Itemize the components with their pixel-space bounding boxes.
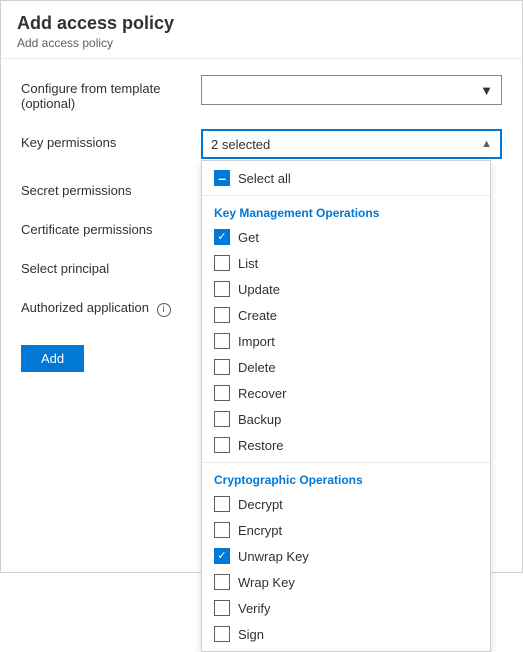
update-checkbox[interactable]: [214, 281, 230, 297]
verify-checkbox[interactable]: [214, 600, 230, 616]
decrypt-label: Decrypt: [238, 497, 283, 512]
create-label: Create: [238, 308, 277, 323]
create-checkbox[interactable]: [214, 307, 230, 323]
encrypt-label: Encrypt: [238, 523, 282, 538]
list-item[interactable]: Update: [202, 276, 490, 302]
list-item[interactable]: Recover: [202, 380, 490, 406]
authorized-application-label: Authorized application i: [21, 294, 201, 317]
page-container: Add access policy Add access policy Conf…: [0, 0, 523, 573]
import-checkbox[interactable]: [214, 333, 230, 349]
recover-checkbox[interactable]: [214, 385, 230, 401]
select-all-checkbox[interactable]: –: [214, 170, 230, 186]
key-management-section-label: Key Management Operations: [202, 200, 490, 224]
configure-label: Configure from template (optional): [21, 75, 201, 111]
page-title: Add access policy: [17, 13, 506, 34]
configure-control: ▼: [201, 75, 502, 105]
divider-1: [202, 195, 490, 196]
delete-checkbox[interactable]: [214, 359, 230, 375]
unwrap-key-label: Unwrap Key: [238, 549, 309, 564]
key-permissions-menu: – Select all Key Management Operations ✓…: [201, 160, 491, 652]
list-item[interactable]: ✓ Get: [202, 224, 490, 250]
configure-dropdown[interactable]: ▼: [201, 75, 502, 105]
check-icon: ✓: [217, 232, 226, 243]
info-icon[interactable]: i: [157, 303, 171, 317]
get-label: Get: [238, 230, 259, 245]
configure-row: Configure from template (optional) ▼: [21, 75, 502, 111]
key-permissions-row: Key permissions 2 selected ▲ – Select al…: [21, 129, 502, 159]
decrypt-checkbox[interactable]: [214, 496, 230, 512]
add-button[interactable]: Add: [21, 345, 84, 372]
backup-label: Backup: [238, 412, 281, 427]
form-body: Configure from template (optional) ▼ Key…: [1, 59, 522, 388]
list-item[interactable]: Sign: [202, 621, 490, 647]
encrypt-checkbox[interactable]: [214, 522, 230, 538]
sign-label: Sign: [238, 627, 264, 642]
list-item[interactable]: Encrypt: [202, 517, 490, 543]
check-icon: ✓: [217, 551, 226, 562]
import-label: Import: [238, 334, 275, 349]
list-item[interactable]: Decrypt: [202, 491, 490, 517]
key-permissions-control: 2 selected ▲ – Select all Key Management…: [201, 129, 502, 159]
secret-permissions-label: Secret permissions: [21, 177, 201, 198]
list-item[interactable]: List: [202, 250, 490, 276]
key-permissions-label: Key permissions: [21, 129, 201, 150]
list-item[interactable]: Backup: [202, 406, 490, 432]
wrap-key-label: Wrap Key: [238, 575, 295, 590]
backup-checkbox[interactable]: [214, 411, 230, 427]
list-item[interactable]: Create: [202, 302, 490, 328]
cryptographic-section-label: Cryptographic Operations: [202, 467, 490, 491]
update-label: Update: [238, 282, 280, 297]
select-all-row[interactable]: – Select all: [202, 165, 490, 191]
select-all-label: Select all: [238, 171, 291, 186]
chevron-up-icon: ▲: [481, 138, 492, 150]
chevron-down-icon: ▼: [480, 83, 493, 98]
delete-label: Delete: [238, 360, 276, 375]
partial-check-icon: –: [218, 171, 226, 185]
list-item[interactable]: Import: [202, 328, 490, 354]
list-label: List: [238, 256, 258, 271]
restore-label: Restore: [238, 438, 284, 453]
key-permissions-value: 2 selected: [211, 137, 270, 152]
list-checkbox[interactable]: [214, 255, 230, 271]
unwrap-key-checkbox[interactable]: ✓: [214, 548, 230, 564]
certificate-permissions-label: Certificate permissions: [21, 216, 201, 237]
page-header: Add access policy Add access policy: [1, 1, 522, 59]
divider-2: [202, 462, 490, 463]
list-item[interactable]: Verify: [202, 595, 490, 621]
select-principal-label: Select principal: [21, 255, 201, 276]
page-subtitle: Add access policy: [17, 36, 506, 50]
get-checkbox[interactable]: ✓: [214, 229, 230, 245]
recover-label: Recover: [238, 386, 286, 401]
list-item[interactable]: ✓ Unwrap Key: [202, 543, 490, 569]
restore-checkbox[interactable]: [214, 437, 230, 453]
list-item[interactable]: Delete: [202, 354, 490, 380]
key-permissions-dropdown[interactable]: 2 selected ▲: [201, 129, 502, 159]
list-item[interactable]: Restore: [202, 432, 490, 458]
verify-label: Verify: [238, 601, 271, 616]
sign-checkbox[interactable]: [214, 626, 230, 642]
wrap-key-checkbox[interactable]: [214, 574, 230, 590]
